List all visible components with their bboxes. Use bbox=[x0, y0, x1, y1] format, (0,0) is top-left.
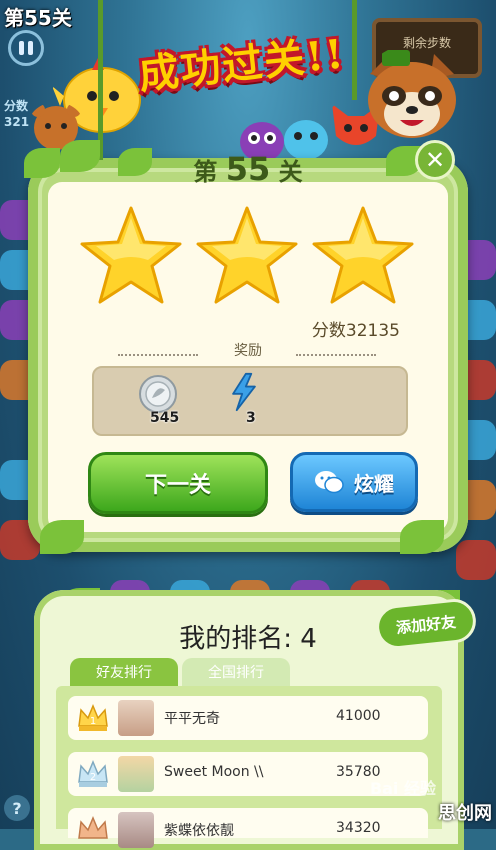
final-score: 分数32135 bbox=[311, 321, 400, 341]
silver-coin-icon bbox=[139, 375, 177, 413]
player-name: 平平无奇 bbox=[164, 711, 220, 727]
close-icon: ✕ bbox=[424, 146, 446, 174]
share-button[interactable]: 炫耀 bbox=[290, 452, 418, 512]
star-1-icon bbox=[80, 206, 182, 304]
gold-crown-icon: 1 bbox=[78, 704, 108, 731]
next-level-button[interactable]: 下一关 bbox=[88, 452, 268, 514]
help-icon: ? bbox=[12, 798, 22, 818]
svg-text:1: 1 bbox=[90, 716, 96, 727]
avatar bbox=[118, 812, 154, 848]
coin-reward-count: 545 bbox=[150, 410, 180, 426]
close-button[interactable]: ✕ bbox=[415, 140, 455, 180]
lightning-reward-count: 3 bbox=[246, 410, 256, 426]
wechat-icon bbox=[315, 471, 344, 494]
ranking-row[interactable]: 紫蝶依依靓 34320 bbox=[68, 808, 428, 848]
site-watermark: 思创网 bbox=[438, 803, 492, 824]
silver-crown-icon: 2 bbox=[78, 760, 108, 787]
avatar bbox=[118, 700, 154, 736]
leaf-decoration bbox=[40, 520, 84, 554]
level-suffix: 关 bbox=[278, 158, 303, 186]
baidu-watermark: Bai 经验 bbox=[369, 779, 436, 798]
help-button[interactable]: ? bbox=[4, 795, 30, 821]
bronze-crown-icon bbox=[78, 816, 108, 839]
vine-decoration bbox=[352, 0, 357, 100]
raccoon-icon bbox=[368, 50, 456, 138]
lightning-icon bbox=[232, 372, 256, 412]
tab-national-ranking[interactable]: 全国排行 bbox=[182, 658, 290, 686]
star-2-icon bbox=[196, 206, 298, 304]
player-score: 41000 bbox=[336, 708, 381, 724]
board-tile bbox=[456, 540, 496, 580]
hud-score: 分数 321 bbox=[4, 98, 29, 130]
pause-button[interactable] bbox=[8, 30, 44, 66]
divider-right bbox=[296, 354, 376, 358]
player-name: 紫蝶依依靓 bbox=[164, 823, 234, 839]
tab-friends-ranking[interactable]: 好友排行 bbox=[70, 658, 178, 686]
star-3-icon bbox=[312, 206, 414, 304]
ranking-row[interactable]: 1 平平无奇 41000 bbox=[68, 696, 428, 740]
pause-icon-bar bbox=[28, 41, 33, 55]
pause-icon bbox=[19, 41, 24, 55]
share-button-label: 炫耀 bbox=[354, 471, 394, 496]
hud-level-text: 第55关 bbox=[4, 6, 72, 30]
level-number: 55 bbox=[225, 150, 271, 188]
hud-score-value: 321 bbox=[4, 115, 30, 129]
level-prefix: 第 bbox=[193, 158, 218, 186]
vine-decoration bbox=[98, 0, 103, 160]
hud-score-label: 分数 bbox=[4, 99, 29, 113]
leaf-decoration bbox=[400, 520, 444, 554]
player-name: Sweet Moon \\ bbox=[164, 764, 264, 780]
avatar bbox=[118, 756, 154, 792]
player-score: 34320 bbox=[336, 820, 381, 836]
reward-title: 奖励 bbox=[234, 343, 262, 359]
svg-text:2: 2 bbox=[90, 772, 96, 783]
